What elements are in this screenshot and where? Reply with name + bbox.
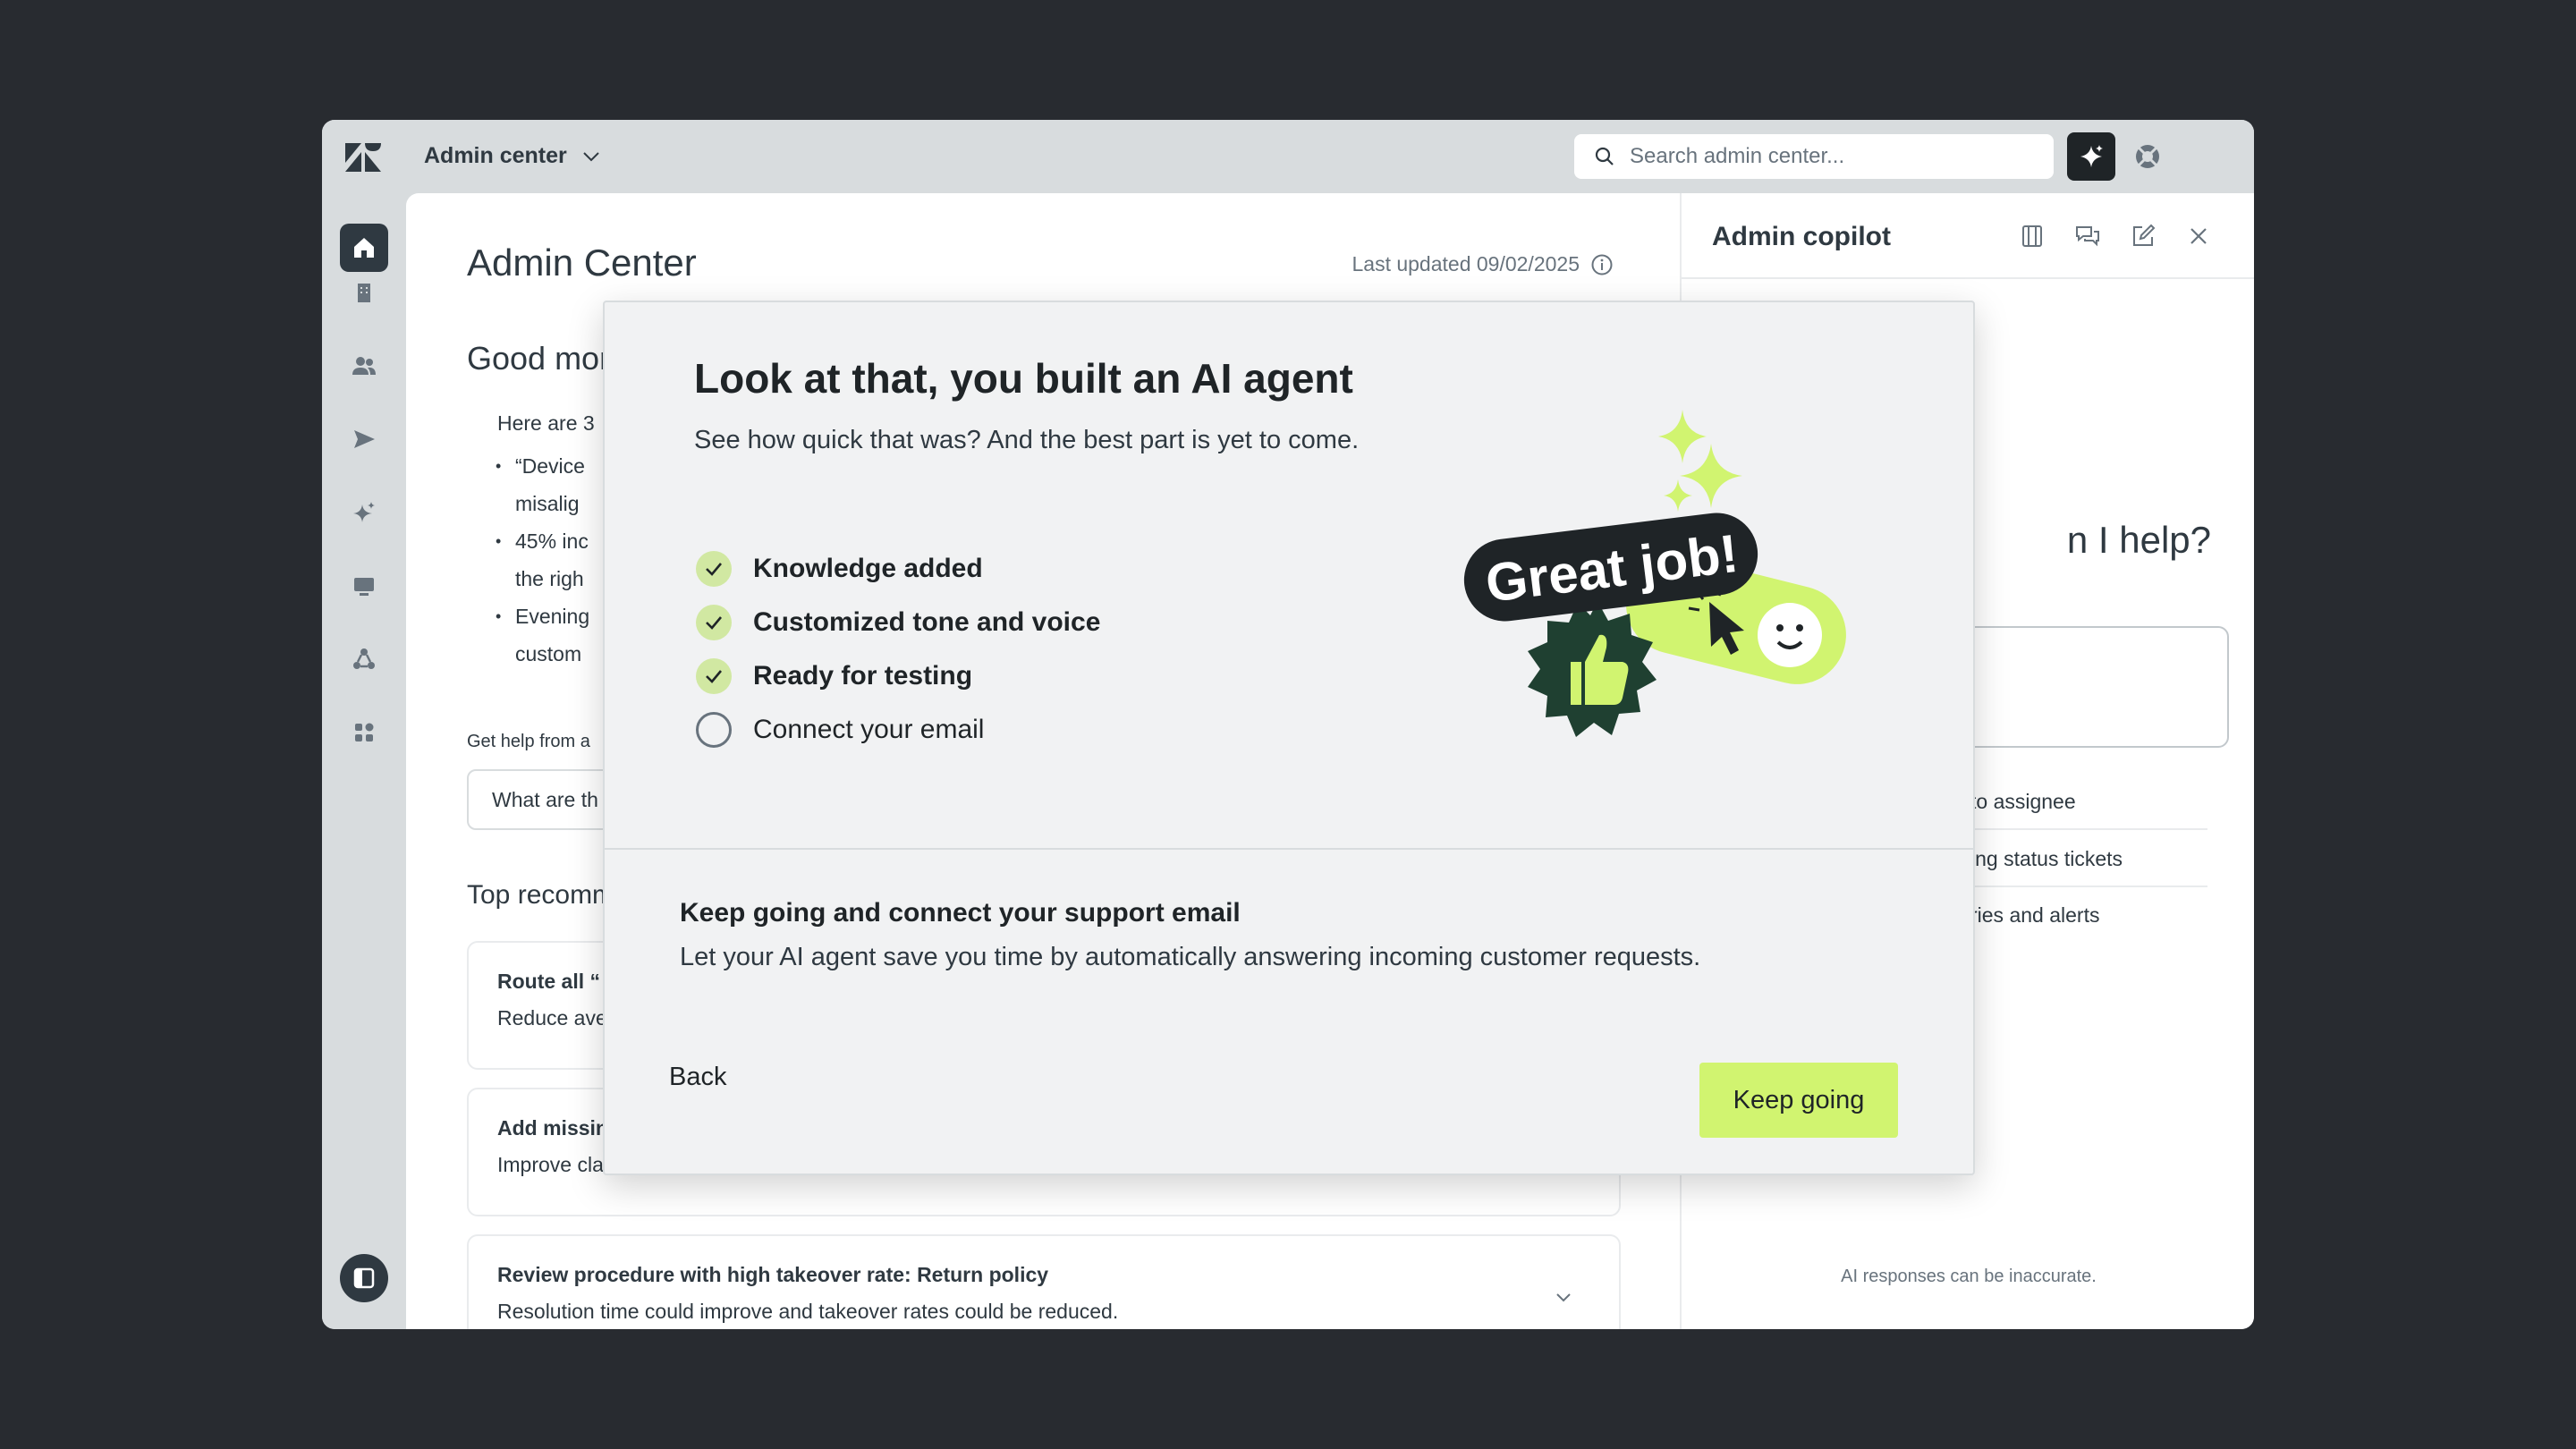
monitor-icon — [354, 578, 374, 596]
checklist-label: Connect your email — [753, 715, 985, 744]
recommendation-desc: Resolution time could improve and takeov… — [497, 1300, 1119, 1323]
sparkles-icon — [1658, 410, 1742, 512]
checklist-label: Ready for testing — [753, 661, 973, 691]
nav-apps-integrations[interactable] — [340, 708, 388, 757]
apps-icon — [355, 723, 374, 741]
check-icon — [696, 551, 732, 587]
page-title: Admin Center — [467, 242, 697, 284]
bullet-continuation: misalig — [515, 492, 580, 515]
chevron-down-icon[interactable] — [1553, 1286, 1574, 1308]
bullet-item: Evening — [496, 597, 589, 635]
summary-intro: Here are 3 — [497, 411, 595, 435]
recommendation-card[interactable]: Review procedure with high takeover rate… — [467, 1234, 1621, 1329]
bullet-item: “Device — [496, 447, 589, 485]
get-help-label: Get help from a — [467, 732, 590, 751]
next-step-heading: Keep going and connect your support emai… — [680, 898, 1241, 928]
recycle-icon — [353, 648, 375, 669]
help-button[interactable] — [2131, 140, 2165, 174]
checklist-item: Customized tone and voice — [696, 605, 1100, 640]
greeting: Good mor — [467, 340, 611, 377]
suggestion-text: to assignee — [1970, 789, 2076, 813]
sidebar-toggle-icon — [353, 1267, 375, 1289]
bullet-continuation: custom — [515, 642, 582, 665]
great-job-illustration: Great job! — [1463, 410, 1846, 737]
product-label: Admin center — [424, 143, 567, 168]
search-icon — [1595, 147, 1614, 165]
last-updated: Last updated 09/02/2025 — [1352, 252, 1614, 276]
modal-divider — [605, 848, 1973, 850]
copilot-header: Admin copilot — [1682, 193, 2254, 279]
sparkle-icon — [2080, 145, 2103, 167]
search-input[interactable]: Search admin center... — [1574, 134, 2054, 179]
top-bar: Admin center Search admin center... — [322, 120, 2254, 193]
checklist-label: Customized tone and voice — [753, 607, 1101, 637]
nav-workspaces[interactable] — [340, 562, 388, 610]
nav-ai[interactable] — [340, 488, 388, 537]
modal-subtitle: See how quick that was? And the best par… — [694, 426, 1360, 454]
nav-channels[interactable] — [340, 415, 388, 463]
recommendations-heading: Top recomm — [467, 880, 615, 910]
info-icon[interactable] — [1590, 253, 1614, 276]
nav-objects-rules[interactable] — [340, 635, 388, 683]
check-icon — [696, 658, 732, 694]
keep-going-button[interactable]: Keep going — [1699, 1063, 1898, 1138]
sparkle-icon — [353, 502, 375, 522]
product-switcher[interactable]: Admin center — [424, 143, 601, 169]
modal-title: Look at that, you built an AI agent — [694, 355, 1353, 402]
people-icon — [352, 357, 376, 375]
ai-disclaimer: AI responses can be inaccurate. — [1841, 1267, 2097, 1286]
recommendation-title: Review procedure with high takeover rate… — [497, 1263, 1049, 1286]
last-updated-text: Last updated 09/02/2025 — [1352, 252, 1580, 275]
bullet-item: 45% inc — [496, 522, 589, 560]
sidebar-collapse-button[interactable] — [340, 1254, 388, 1302]
suggestion-text: ing status tickets — [1970, 846, 2123, 870]
chevron-down-icon — [583, 151, 599, 161]
sidebar — [322, 193, 406, 1329]
home-icon — [354, 238, 374, 258]
nav-home[interactable] — [340, 224, 388, 272]
close-icon[interactable] — [2184, 222, 2213, 250]
nav-account[interactable] — [340, 268, 388, 317]
lifebuoy-icon — [2136, 145, 2159, 168]
summary-bullets: “Device misalig 45% inc the righ Evening… — [496, 447, 589, 673]
checklist-item: Ready for testing — [696, 658, 972, 694]
send-icon — [354, 430, 375, 448]
back-button[interactable]: Back — [667, 1055, 728, 1099]
new-chat-icon[interactable] — [2129, 222, 2157, 250]
checklist-item: Connect your email — [696, 712, 984, 748]
success-modal: Look at that, you built an AI agent See … — [603, 301, 1975, 1175]
bullet-continuation: the righ — [515, 567, 584, 590]
checklist-label: Knowledge added — [753, 554, 983, 583]
empty-circle-icon — [696, 712, 732, 748]
ai-copilot-button[interactable] — [2067, 132, 2115, 181]
next-step-description: Let your AI agent save you time by autom… — [680, 943, 1701, 971]
copilot-title: Admin copilot — [1712, 222, 1891, 251]
search-placeholder: Search admin center... — [1630, 144, 1845, 168]
zendesk-logo-icon[interactable] — [343, 141, 383, 174]
panel-layout-icon[interactable] — [2018, 222, 2046, 250]
nav-people[interactable] — [340, 342, 388, 390]
suggestion-text: ries and alerts — [1970, 902, 2100, 927]
building-icon — [358, 284, 370, 302]
checklist-item: Knowledge added — [696, 551, 983, 587]
check-icon — [696, 605, 732, 640]
ask-placeholder: What are th — [492, 787, 598, 811]
conversations-icon[interactable] — [2073, 222, 2102, 250]
